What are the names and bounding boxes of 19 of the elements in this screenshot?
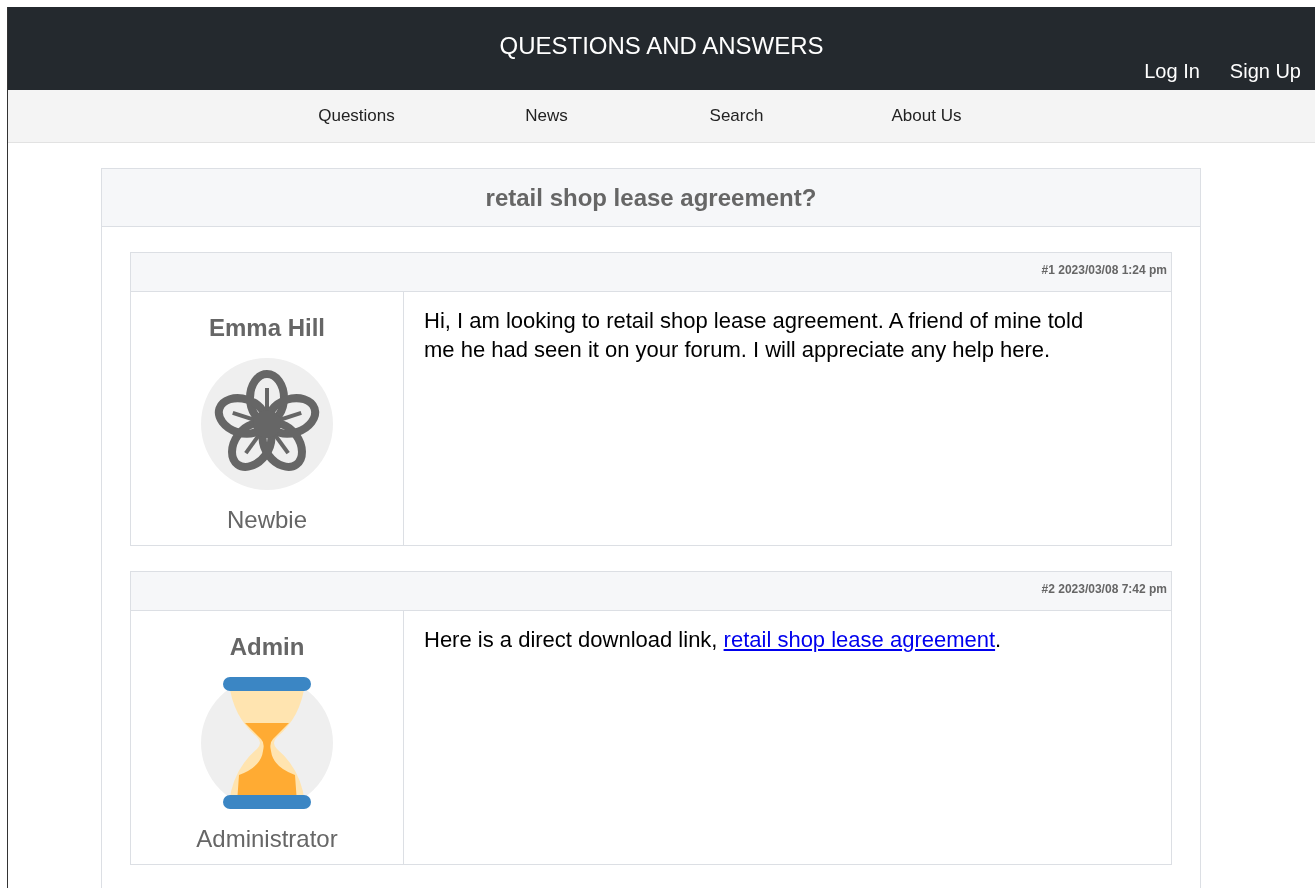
thread-title: retail shop lease agreement? bbox=[485, 182, 817, 213]
author-name: Admin bbox=[229, 632, 305, 662]
hourglass-avatar-icon bbox=[201, 677, 333, 809]
site-title: QUESTIONS AND ANSWERS bbox=[499, 31, 824, 61]
author-rank: Newbie bbox=[226, 505, 307, 535]
author-rank: Administrator bbox=[196, 824, 338, 854]
flower-avatar-icon bbox=[201, 358, 333, 490]
post-meta: #1 2023/03/08 1:24 pm bbox=[1041, 262, 1167, 279]
nav-link[interactable]: News bbox=[451, 103, 642, 129]
download-link[interactable]: retail shop lease agreement bbox=[723, 627, 996, 652]
nav-link[interactable]: About Us bbox=[831, 103, 1022, 129]
header-link[interactable]: Log In bbox=[1144, 56, 1200, 86]
header-link[interactable]: Sign Up bbox=[1229, 56, 1301, 86]
author-name: Emma Hill bbox=[208, 313, 325, 343]
nav-link[interactable]: Search bbox=[641, 103, 832, 129]
nav-link[interactable]: Questions bbox=[261, 103, 452, 129]
post-message: Here is a direct download link, retail shop lease agreement. bbox=[424, 626, 1003, 654]
post-message: Hi, I am looking to retail shop lease agreement. A friend of mine told me he had seen it on your forum. I will appreciate any help here. bbox=[424, 307, 1085, 364]
post-meta: #2 2023/03/08 7:42 pm bbox=[1041, 581, 1167, 598]
